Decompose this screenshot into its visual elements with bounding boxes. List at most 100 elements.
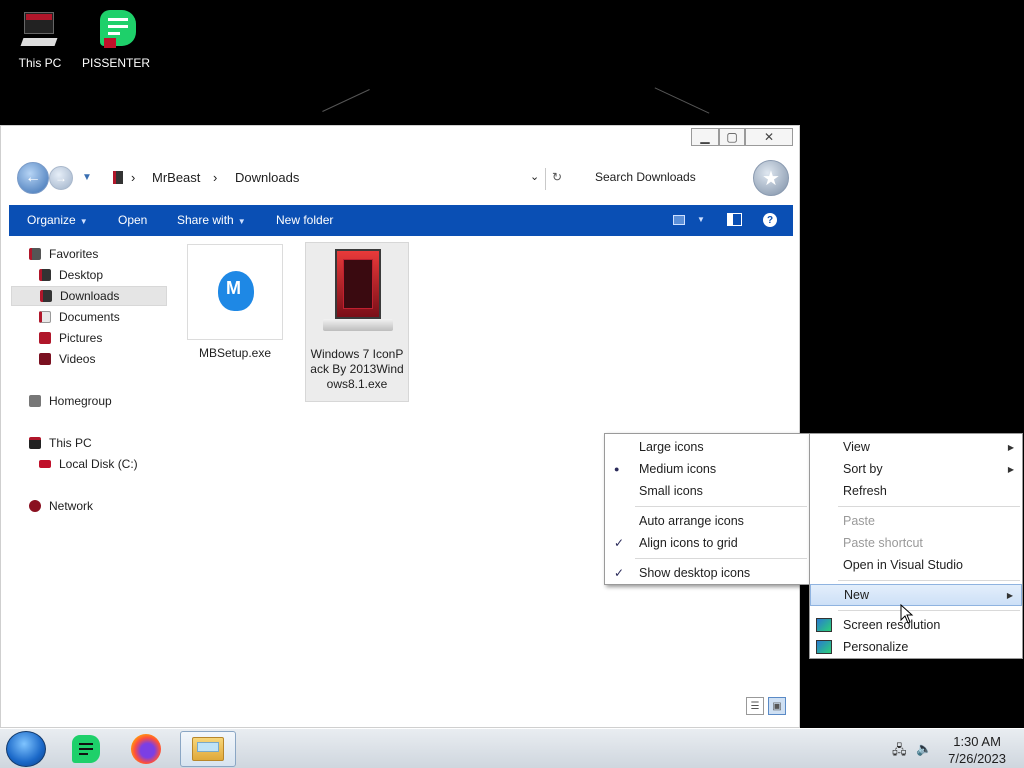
desktop-folder-icon	[39, 269, 51, 281]
file-item[interactable]: Windows 7 IconPack By 2013Windows8.1.exe	[305, 242, 409, 402]
menu-item-align-to-grid[interactable]: ✓ Align icons to grid	[605, 532, 809, 554]
menu-separator	[838, 506, 1020, 507]
nav-label: Downloads	[60, 289, 120, 303]
address-divider	[545, 168, 546, 190]
chevron-down-icon: ▼	[79, 217, 88, 226]
nav-label: Pictures	[59, 331, 103, 345]
menu-item-small-icons[interactable]: Small icons	[605, 480, 809, 502]
menu-item-label: Sort by	[843, 462, 883, 476]
address-row: ← → ▼ › MrBeast › Downloads ⌄ ↻ Search D…	[1, 154, 801, 204]
nav-label: Desktop	[59, 268, 104, 282]
nav-label: Local Disk (C:)	[59, 457, 138, 471]
maximize-icon: ▢	[726, 130, 738, 144]
close-icon: ✕	[763, 130, 775, 144]
menu-item-label: Small icons	[639, 484, 703, 498]
menu-item-personalize[interactable]: Personalize	[810, 636, 1022, 658]
taskbar-app-firefox[interactable]	[118, 731, 174, 767]
nav-this-pc[interactable]: This PC	[29, 433, 185, 453]
menu-item-label: Paste shortcut	[843, 536, 923, 550]
screen-resolution-icon	[816, 618, 832, 632]
breadcrumb-mrbeast[interactable]: MrBeast	[152, 170, 200, 185]
menu-item-paste: Paste	[810, 510, 1022, 532]
menu-item-auto-arrange[interactable]: Auto arrange icons	[605, 510, 809, 532]
submenu-arrow-icon: ▶	[1007, 442, 1014, 452]
mouse-cursor-icon	[900, 604, 914, 624]
back-button[interactable]: ←	[17, 162, 49, 194]
nav-label: This PC	[49, 436, 92, 450]
menu-item-screen-resolution[interactable]: Screen resolution	[810, 614, 1022, 636]
menu-item-medium-icons[interactable]: ● Medium icons	[605, 458, 809, 480]
details-view-button[interactable]: ☰	[746, 697, 764, 715]
checkmark-icon: ✓	[614, 536, 625, 550]
minimize-button[interactable]: ▁	[691, 128, 719, 146]
nav-documents[interactable]: Documents	[39, 307, 195, 327]
refresh-icon[interactable]: ↻	[552, 170, 562, 184]
organize-label: Organize	[27, 213, 76, 227]
command-bar: Organize ▼ Open Share with ▼ New folder ▼ …	[9, 205, 793, 236]
videos-folder-icon	[39, 353, 51, 365]
this-pc-icon	[29, 437, 41, 449]
forward-arrow-icon: →	[55, 171, 67, 185]
file-item[interactable]: M MBSetup.exe	[187, 244, 283, 361]
desktop-icon-pissenter[interactable]: PISSENTER	[80, 8, 152, 70]
desktop-wallpaper-line	[322, 89, 370, 112]
system-clock[interactable]: 1:30 AM 7/26/2023	[948, 733, 1006, 767]
desktop-icon-label: PISSENTER	[81, 56, 150, 70]
taskbar-app-file-explorer[interactable]	[180, 731, 236, 767]
breadcrumb-downloads[interactable]: Downloads	[235, 170, 299, 185]
menu-item-label: Medium icons	[639, 462, 717, 476]
menu-item-label: Paste	[843, 514, 875, 528]
taskbar-app-pissenter[interactable]	[58, 731, 114, 767]
menu-item-refresh[interactable]: Refresh	[810, 480, 1022, 502]
nav-favorites[interactable]: Favorites	[29, 244, 185, 264]
menu-item-view[interactable]: View ▶	[810, 436, 1022, 458]
start-button[interactable]	[6, 731, 46, 767]
nav-label: Homegroup	[49, 394, 112, 408]
share-with-label: Share with	[177, 213, 234, 227]
view-switcher: ☰ ▣	[746, 697, 786, 715]
new-folder-button[interactable]: New folder	[276, 213, 333, 227]
menu-item-open-in-visual-studio[interactable]: Open in Visual Studio	[810, 554, 1022, 576]
taskbar: 🖧 🔈 1:30 AM 7/26/2023	[0, 728, 1024, 768]
favorites-star-icon[interactable]: ★	[753, 160, 789, 196]
menu-separator	[635, 506, 807, 507]
nav-local-disk[interactable]: Local Disk (C:)	[39, 454, 195, 474]
nav-homegroup[interactable]: Homegroup	[29, 391, 185, 411]
menu-item-label: Auto arrange icons	[639, 514, 744, 528]
view-options-chevron-icon[interactable]: ▼	[697, 215, 705, 224]
open-button[interactable]: Open	[118, 213, 147, 227]
search-input[interactable]: Search Downloads	[595, 170, 696, 184]
menu-item-large-icons[interactable]: Large icons	[605, 436, 809, 458]
menu-item-label: Screen resolution	[843, 618, 941, 632]
menu-separator	[838, 580, 1020, 581]
maximize-button[interactable]: ▢	[719, 128, 745, 146]
menu-item-sort-by[interactable]: Sort by ▶	[810, 458, 1022, 480]
preview-pane-icon[interactable]	[727, 213, 742, 226]
recent-locations-button[interactable]: ▼	[82, 172, 92, 183]
volume-tray-icon[interactable]: 🔈	[916, 741, 932, 757]
folder-icon	[192, 737, 224, 761]
nav-videos[interactable]: Videos	[39, 349, 195, 369]
nav-pictures[interactable]: Pictures	[39, 328, 195, 348]
nav-desktop[interactable]: Desktop	[39, 265, 195, 285]
nav-network[interactable]: Network	[29, 496, 185, 516]
change-view-icon[interactable]	[673, 215, 685, 225]
radio-dot-icon: ●	[614, 464, 620, 474]
breadcrumb-separator: ›	[213, 170, 218, 185]
pissenter-app-icon	[94, 8, 138, 52]
menu-item-new[interactable]: New ▶	[810, 584, 1022, 606]
large-icons-view-button[interactable]: ▣	[768, 697, 786, 715]
share-with-button[interactable]: Share with ▼	[177, 213, 246, 227]
help-icon[interactable]: ?	[763, 213, 777, 227]
pictures-folder-icon	[39, 332, 51, 344]
nav-label: Network	[49, 499, 94, 513]
details-view-icon: ☰	[750, 700, 760, 712]
close-button[interactable]: ✕	[745, 128, 793, 146]
desktop-icon-this-pc[interactable]: This PC	[4, 8, 76, 70]
forward-button[interactable]: →	[49, 166, 73, 190]
menu-item-show-desktop-icons[interactable]: ✓ Show desktop icons	[605, 562, 809, 584]
address-dropdown-icon[interactable]: ⌄	[530, 170, 539, 183]
network-tray-icon[interactable]: 🖧	[892, 741, 907, 763]
nav-downloads[interactable]: Downloads	[11, 286, 167, 306]
organize-button[interactable]: Organize ▼	[27, 213, 88, 227]
